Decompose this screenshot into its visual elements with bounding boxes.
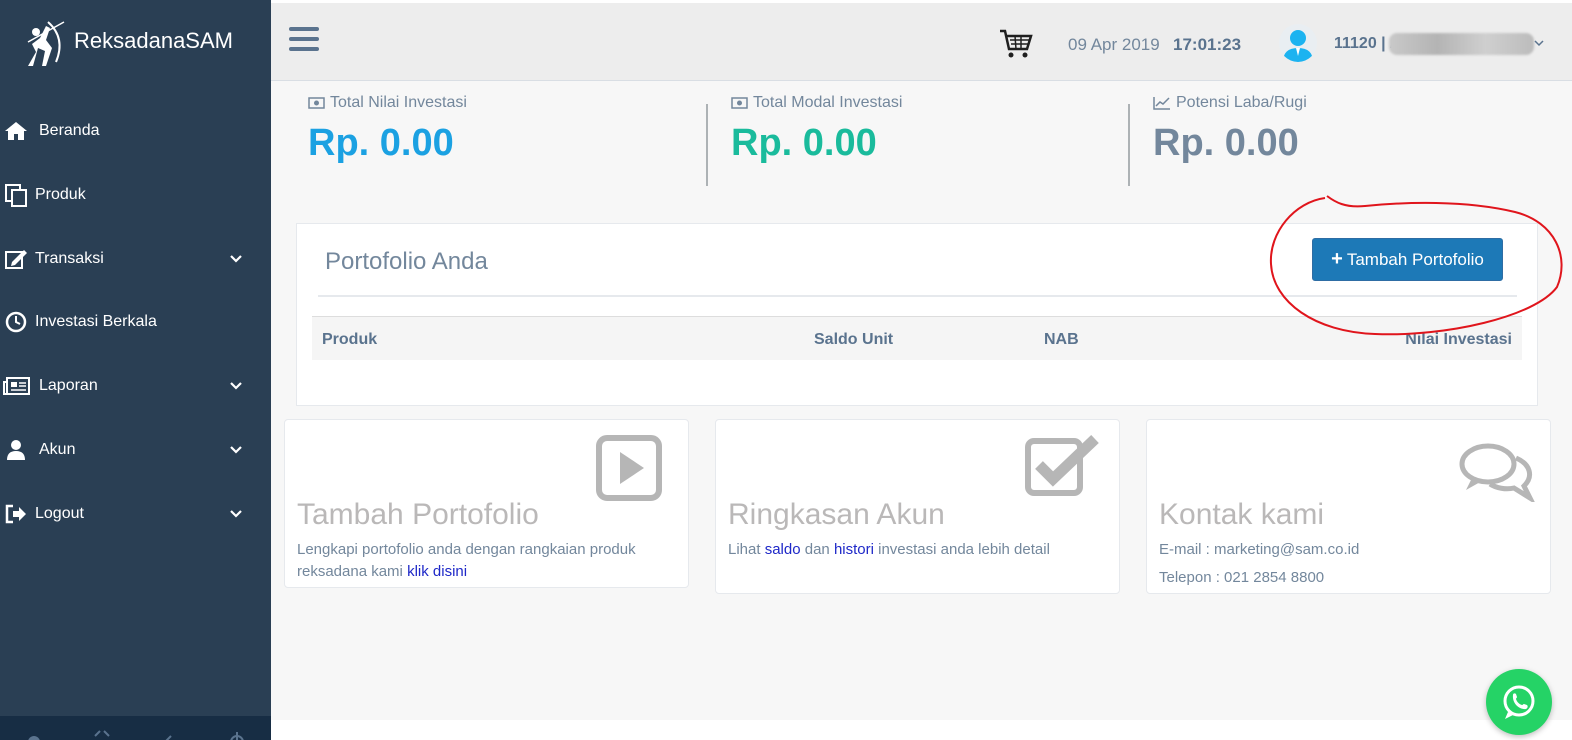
info-box-add-portfolio[interactable]: Tambah Portofolio Lengkapi portofolio an… [284, 419, 689, 588]
copy-icon [2, 183, 30, 207]
brand[interactable]: ReksadanaSAM [20, 18, 233, 68]
box-description: Lihat saldo dan histori investasi anda l… [728, 539, 1108, 561]
chevron-down-icon [230, 446, 242, 454]
brand-name: ReksadanaSAM [74, 28, 233, 53]
portfolio-panel: Portofolio Anda + Tambah Portofolio Produ… [296, 223, 1538, 406]
saldo-link[interactable]: saldo [765, 541, 801, 558]
box-description: E-mail : marketing@sam.co.id Telepon : 0… [1159, 539, 1539, 589]
stat-value: Rp. 0.00 [1153, 122, 1299, 164]
sidebar-item-label: Laporan [39, 377, 98, 394]
box-text: investasi anda lebih detail [873, 541, 1050, 558]
sidebar-item-label: Produk [35, 186, 86, 203]
sidebar-item-produk[interactable]: Produk [0, 175, 271, 215]
cart-icon[interactable] [999, 27, 1033, 61]
money-icon [308, 97, 325, 109]
box-title: Ringkasan Akun [728, 498, 945, 531]
newspaper-icon [2, 374, 32, 398]
stat-title: Total Nilai Investasi [330, 94, 467, 111]
whatsapp-button[interactable] [1486, 669, 1552, 735]
stat-value: Rp. 0.00 [731, 122, 877, 164]
check-square-icon [1025, 435, 1099, 496]
column-header: Nilai Investasi [1405, 331, 1512, 348]
histori-link[interactable]: histori [834, 541, 874, 558]
box-description: Lengkapi portofolio anda dengan rangkaia… [297, 539, 677, 583]
column-header: Saldo Unit [814, 331, 894, 348]
box-text: dan [800, 541, 834, 558]
add-portfolio-label: Tambah Portofolio [1346, 249, 1484, 269]
sidebar-item-beranda[interactable]: Beranda [0, 111, 271, 151]
whatsapp-icon [1503, 685, 1535, 719]
current-date: 09 Apr 2019 [1068, 35, 1160, 54]
money-icon [731, 97, 748, 109]
home-icon [2, 119, 30, 143]
topbar: 09 Apr 2019 17:01:23 11120 | A [271, 0, 1572, 81]
compress-icon[interactable] [159, 728, 179, 740]
stat-total-nilai: Total Nilai Investasi Rp. 0.00 [308, 94, 467, 165]
sidebar-item-label: Akun [39, 441, 76, 458]
user-icon [2, 438, 30, 462]
redacted-username [1389, 33, 1534, 55]
panel-title: Portofolio Anda [325, 248, 488, 275]
menu-toggle-icon[interactable] [289, 27, 319, 55]
sidebar: ReksadanaSAM Beranda Produk Transaksi In… [0, 0, 271, 740]
stat-divider [1128, 104, 1130, 186]
contact-phone: Telepon : 021 2854 8800 [1159, 569, 1325, 586]
sidebar-item-investasi-berkala[interactable]: Investasi Berkala [0, 302, 271, 342]
click-here-link[interactable]: klik disini [407, 563, 467, 580]
chevron-down-icon [230, 382, 242, 390]
play-icon [596, 435, 662, 501]
comments-icon [1459, 443, 1535, 502]
sign-out-icon [2, 502, 30, 526]
sidebar-item-label: Investasi Berkala [35, 313, 157, 330]
sidebar-item-label: Transaksi [35, 250, 104, 267]
sidebar-item-transaksi[interactable]: Transaksi [0, 239, 271, 279]
column-header: Produk [322, 331, 378, 348]
box-text: Lihat [728, 541, 765, 558]
contact-email: E-mail : marketing@sam.co.id [1159, 541, 1360, 558]
sidebar-item-laporan[interactable]: Laporan [0, 366, 271, 406]
page-bottom [271, 720, 1572, 740]
box-title: Tambah Portofolio [297, 498, 539, 531]
table-header: Produk Saldo Unit NAB Nilai Investasi [312, 316, 1522, 360]
avatar[interactable] [1279, 24, 1317, 62]
sidebar-item-akun[interactable]: Akun [0, 430, 271, 470]
sidebar-item-logout[interactable]: Logout [0, 494, 271, 534]
power-icon[interactable] [227, 728, 247, 740]
sidebar-item-label: Logout [35, 505, 84, 522]
stat-title: Potensi Laba/Rugi [1176, 94, 1307, 111]
settings-icon[interactable] [24, 728, 44, 740]
box-title: Kontak kami [1159, 498, 1325, 531]
chevron-down-icon[interactable] [1533, 37, 1545, 49]
sidebar-footer [0, 716, 271, 740]
panel-divider [318, 295, 1517, 297]
info-box-contact[interactable]: Kontak kami E-mail : marketing@sam.co.id… [1146, 419, 1551, 594]
plus-icon: + [1331, 248, 1343, 270]
current-time: 17:01:23 [1173, 35, 1242, 54]
info-box-account-summary[interactable]: Ringkasan Akun Lihat saldo dan histori i… [715, 419, 1120, 594]
add-portfolio-button[interactable]: + Tambah Portofolio [1312, 238, 1503, 281]
fullscreen-icon[interactable] [92, 728, 112, 740]
stat-divider [706, 104, 708, 186]
archer-logo-icon [27, 21, 65, 66]
clock-icon [2, 310, 30, 334]
stat-total-modal: Total Modal Investasi Rp. 0.00 [731, 94, 902, 165]
sidebar-item-label: Beranda [39, 122, 100, 139]
stat-potensi-laba: Potensi Laba/Rugi Rp. 0.00 [1153, 94, 1307, 165]
stat-value: Rp. 0.00 [308, 122, 454, 164]
stat-title: Total Modal Investasi [753, 94, 903, 111]
line-chart-icon [1153, 97, 1170, 110]
chevron-down-icon [230, 255, 242, 263]
chevron-down-icon [230, 510, 242, 518]
edit-icon [2, 247, 30, 271]
column-header: NAB [1044, 331, 1079, 348]
